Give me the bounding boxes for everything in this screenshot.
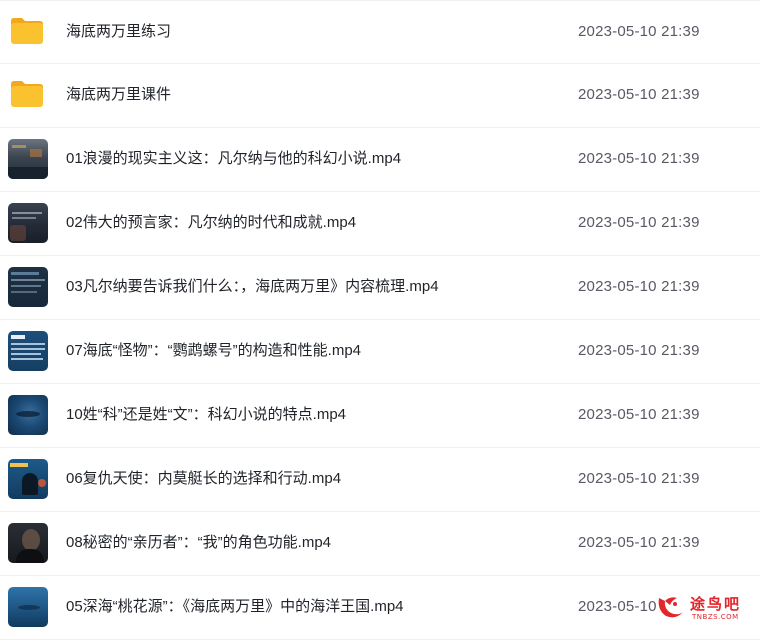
video-thumbnail [8,523,48,563]
file-date: 2023-05-10 21:39 [578,534,700,551]
file-date: 2023-05-10 21:39 [578,214,700,231]
file-list: 海底两万里练习 2023-05-10 21:39 海底两万里课件 2023-05… [0,0,760,640]
bird-logo-icon [658,597,683,618]
file-row[interactable]: 02伟大的预言家：凡尔纳的时代和成就.mp4 2023-05-10 21:39 [0,192,760,256]
file-row[interactable]: 海底两万里练习 2023-05-10 21:39 [0,0,760,64]
file-date: 2023-05-10 21:39 [578,86,700,103]
video-thumbnail [8,395,48,435]
file-name[interactable]: 海底两万里课件 [66,86,171,104]
file-name[interactable]: 海底两万里练习 [66,23,171,41]
video-thumbnail [8,139,48,179]
file-name[interactable]: 01浪漫的现实主义这：凡尔纳与他的科幻小说.mp4 [66,150,401,168]
file-row[interactable]: 08秘密的“亲历者”：“我”的角色功能.mp4 2023-05-10 21:39 [0,512,760,576]
file-date: 2023-05-10 21:39 [578,598,660,615]
file-name[interactable]: 05深海“桃花源”：《海底两万里》中的海洋王国.mp4 [66,598,404,616]
file-row[interactable]: 海底两万里课件 2023-05-10 21:39 [0,64,760,128]
site-watermark: 途鸟吧 TNBZS.COM [656,592,752,626]
file-name[interactable]: 02伟大的预言家：凡尔纳的时代和成就.mp4 [66,214,356,232]
file-row[interactable]: 10姓“科”还是姓“文”：科幻小说的特点.mp4 2023-05-10 21:3… [0,384,760,448]
file-name[interactable]: 10姓“科”还是姓“文”：科幻小说的特点.mp4 [66,406,346,424]
file-row[interactable]: 06复仇天使：内莫艇长的选择和行动.mp4 2023-05-10 21:39 [0,448,760,512]
file-date: 2023-05-10 21:39 [578,342,700,359]
file-name[interactable]: 08秘密的“亲历者”：“我”的角色功能.mp4 [66,534,331,552]
video-thumbnail [8,331,48,371]
file-date: 2023-05-10 21:39 [578,406,700,423]
video-thumbnail [8,459,48,499]
video-thumbnail [8,203,48,243]
file-name[interactable]: 07海底“怪物”：“鹦鹉螺号”的构造和性能.mp4 [66,342,361,360]
video-thumbnail [8,267,48,307]
file-row[interactable]: 07海底“怪物”：“鹦鹉螺号”的构造和性能.mp4 2023-05-10 21:… [0,320,760,384]
file-row[interactable]: 05深海“桃花源”：《海底两万里》中的海洋王国.mp4 2023-05-10 2… [0,576,760,640]
file-date: 2023-05-10 21:39 [578,150,700,167]
file-row[interactable]: 03凡尔纳要告诉我们什么：，海底两万里》内容梳理.mp4 2023-05-10 … [0,256,760,320]
watermark-domain: TNBZS.COM [692,613,739,621]
folder-icon [11,18,43,44]
video-thumbnail [8,587,48,627]
watermark-text: 途鸟吧 [690,595,742,613]
folder-icon [11,81,43,107]
file-name[interactable]: 06复仇天使：内莫艇长的选择和行动.mp4 [66,470,341,488]
file-name[interactable]: 03凡尔纳要告诉我们什么：，海底两万里》内容梳理.mp4 [66,278,439,296]
file-date: 2023-05-10 21:39 [578,278,700,295]
file-row[interactable]: 01浪漫的现实主义这：凡尔纳与他的科幻小说.mp4 2023-05-10 21:… [0,128,760,192]
file-date: 2023-05-10 21:39 [578,470,700,487]
file-date: 2023-05-10 21:39 [578,23,700,40]
